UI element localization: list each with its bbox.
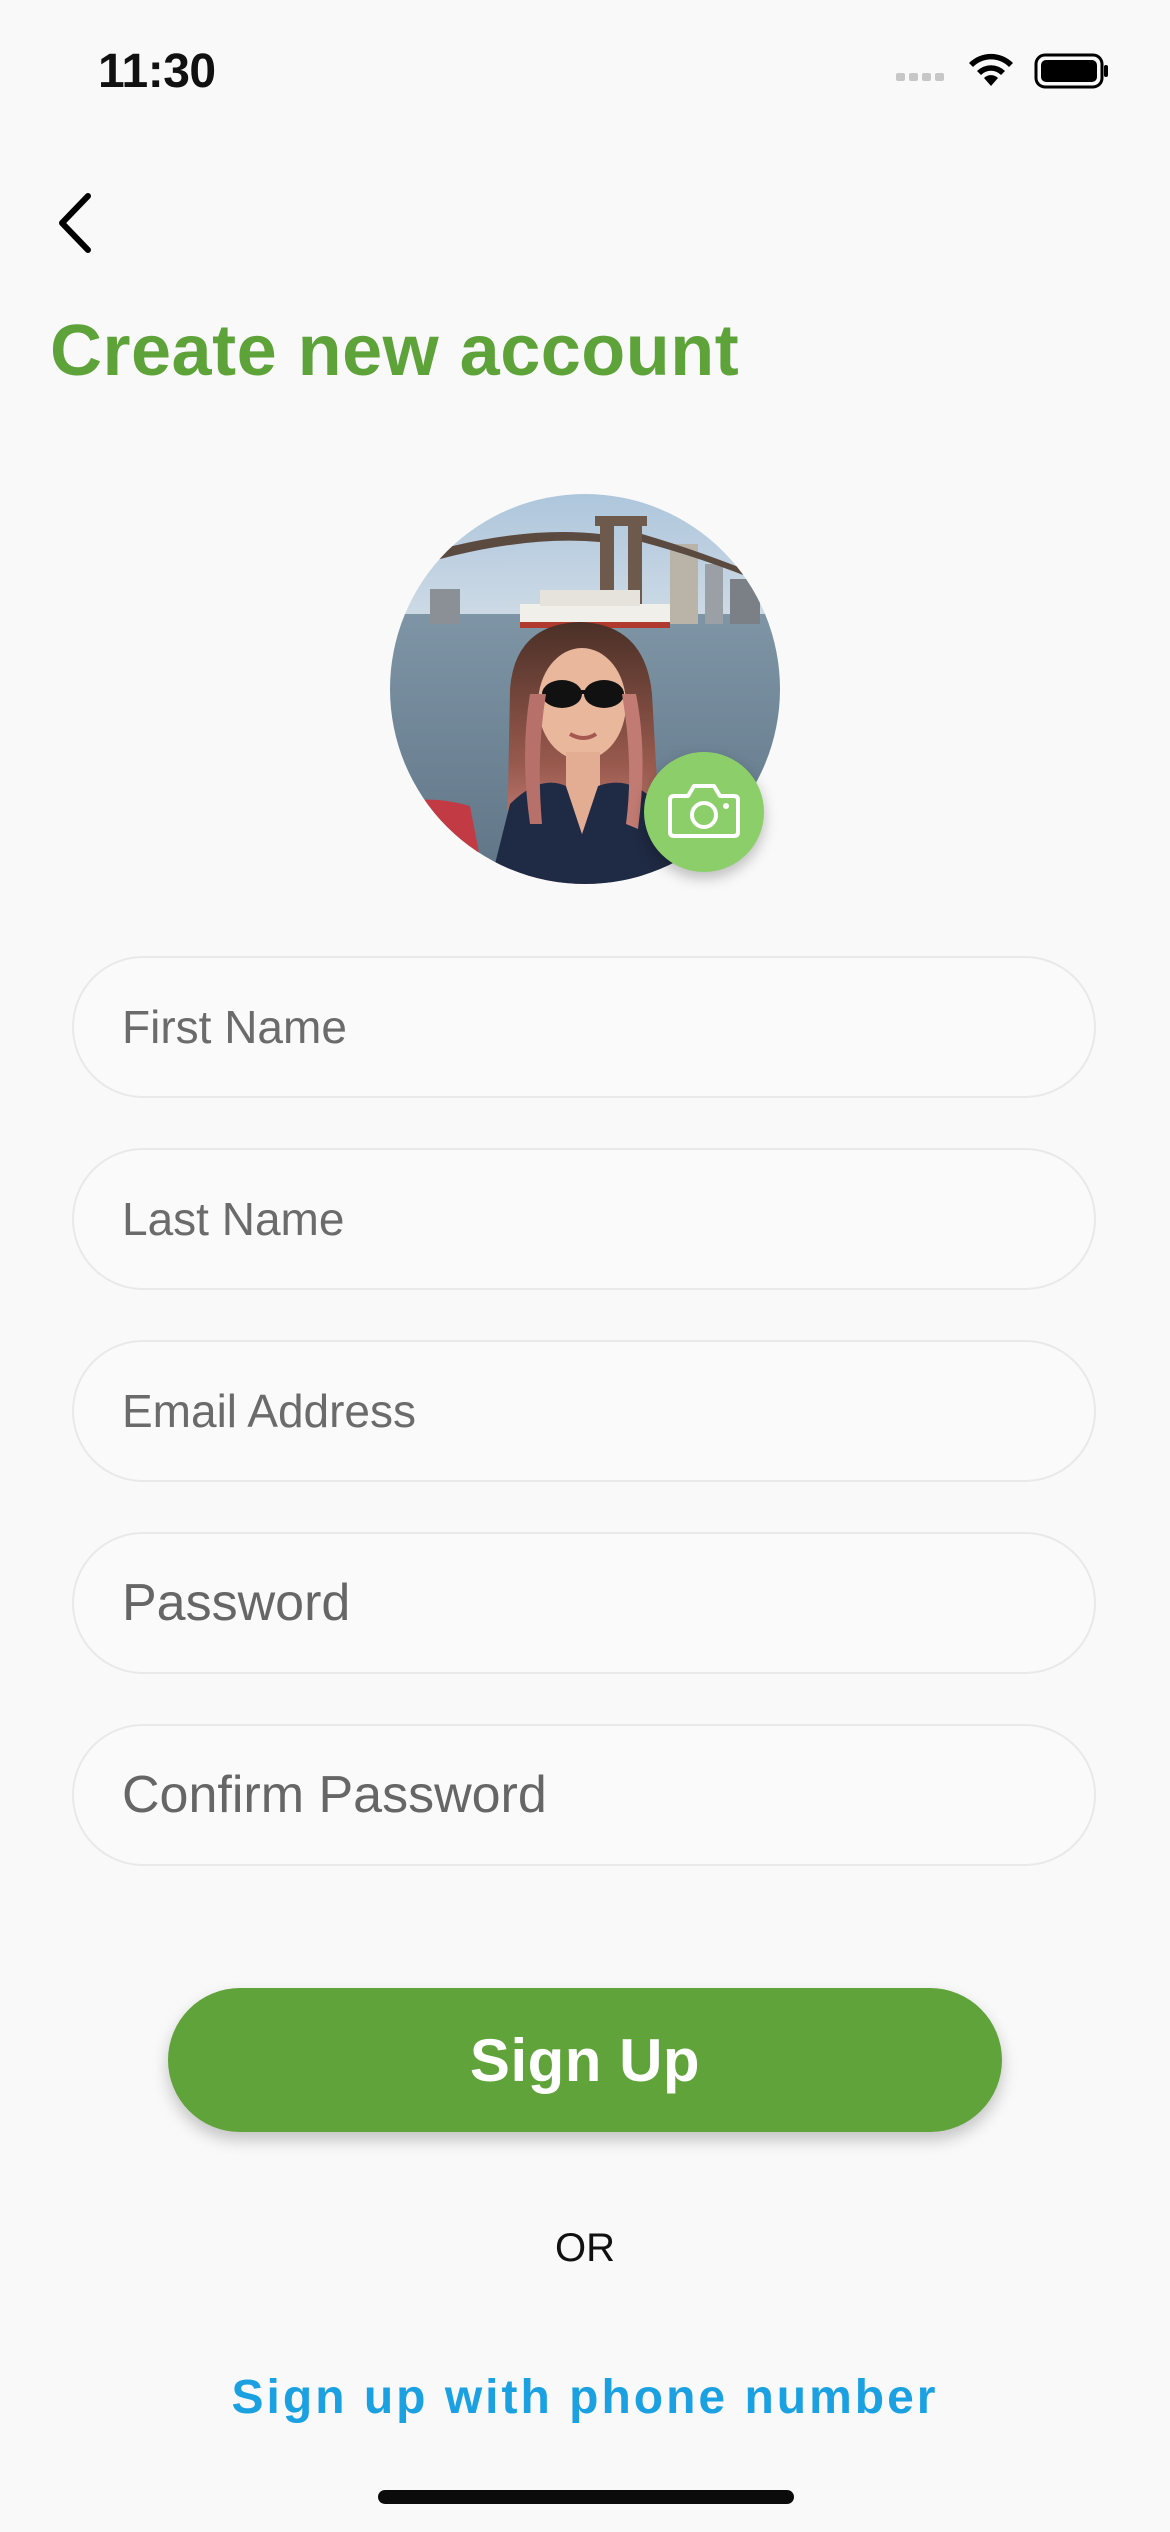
chevron-left-icon <box>50 188 100 263</box>
camera-icon <box>668 780 740 845</box>
wifi-icon <box>966 52 1016 95</box>
status-time: 11:30 <box>98 45 216 98</box>
phone-signup-link[interactable]: Sign up with phone number <box>0 2370 1170 2425</box>
home-indicator <box>378 2490 794 2504</box>
signup-button[interactable]: Sign Up <box>168 1988 1002 2132</box>
page-title: Create new account <box>50 311 740 391</box>
confirm-password-input[interactable] <box>74 1726 1094 1864</box>
first-name-input[interactable] <box>74 958 1094 1096</box>
password-field <box>72 1532 1096 1674</box>
status-bar: 11:30 <box>0 0 1170 140</box>
or-divider-label: OR <box>555 2226 615 2270</box>
first-name-field <box>72 956 1096 1098</box>
change-photo-button[interactable] <box>644 752 764 872</box>
last-name-input[interactable] <box>74 1150 1094 1288</box>
back-button[interactable] <box>40 190 110 260</box>
battery-icon <box>1034 53 1110 94</box>
last-name-field <box>72 1148 1096 1290</box>
signal-icon <box>896 59 948 88</box>
email-field <box>72 1340 1096 1482</box>
email-input[interactable] <box>74 1342 1094 1480</box>
avatar-container <box>390 494 780 884</box>
confirm-password-field <box>72 1724 1096 1866</box>
status-icons <box>896 52 1110 95</box>
password-input[interactable] <box>74 1534 1094 1672</box>
